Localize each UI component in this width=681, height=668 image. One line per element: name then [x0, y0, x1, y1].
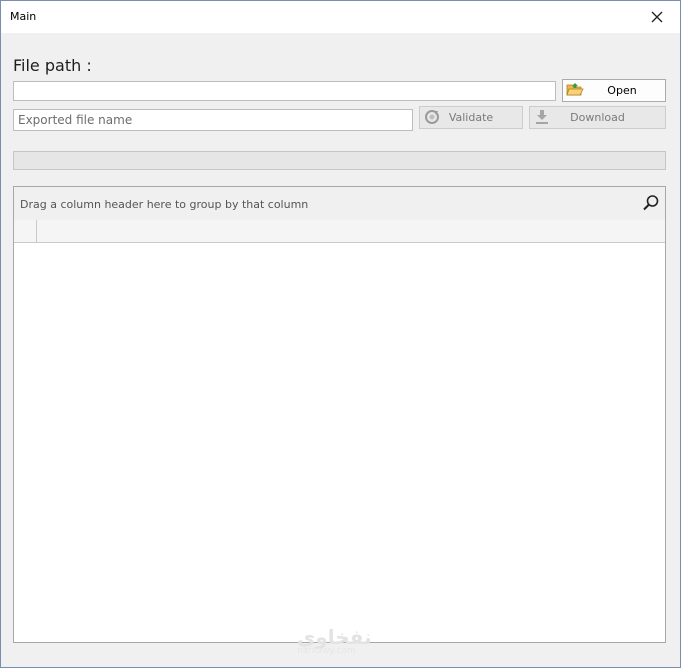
file-path-label: File path :: [13, 56, 92, 75]
exported-file-name-placeholder: Exported file name: [18, 113, 133, 127]
open-button[interactable]: Open: [562, 79, 666, 102]
window-title: Main: [10, 10, 37, 23]
refresh-icon: [425, 110, 439, 124]
column-header-row: [14, 220, 665, 243]
group-panel-hint: Drag a column header here to group by th…: [20, 198, 309, 211]
title-bar: Main: [1, 1, 680, 33]
close-icon: [651, 11, 663, 23]
watermark: نفخاوي nafxawy.com: [297, 625, 372, 656]
data-grid[interactable]: Drag a column header here to group by th…: [13, 186, 666, 643]
download-icon: [536, 110, 548, 124]
main-window: Main File path : Open Exported file name…: [0, 0, 681, 668]
download-button[interactable]: Download: [529, 106, 666, 129]
progress-bar: [13, 151, 666, 170]
close-button[interactable]: [634, 1, 680, 33]
group-panel[interactable]: Drag a column header here to group by th…: [14, 187, 665, 221]
row-indicator-header[interactable]: [14, 220, 37, 242]
search-icon[interactable]: [641, 193, 661, 213]
file-path-input[interactable]: [13, 81, 556, 101]
exported-file-name-input[interactable]: Exported file name: [13, 109, 413, 131]
validate-button[interactable]: Validate: [419, 106, 523, 129]
folder-open-icon: [566, 83, 584, 96]
